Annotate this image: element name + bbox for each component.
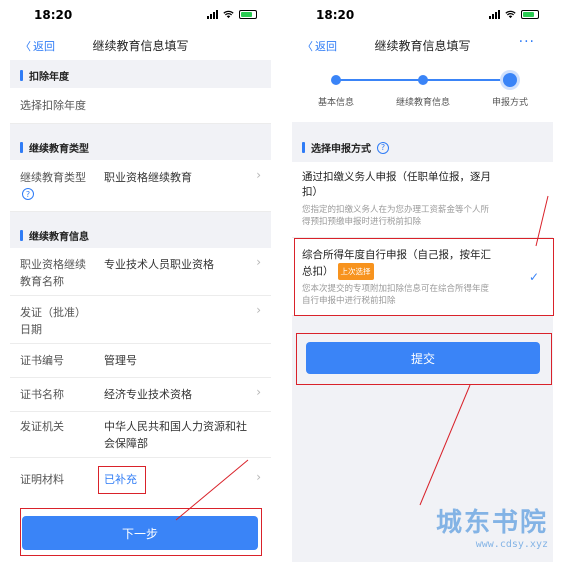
section-title-type: 继续教育类型 <box>20 140 89 155</box>
annotation-box-option <box>294 238 554 316</box>
cert-category-label: 职业资格继续 教育名称 <box>20 258 86 288</box>
year-select-row[interactable]: 选择扣除年度 <box>10 88 271 124</box>
cert-name-category-row[interactable]: 职业资格继续 教育名称 专业技术人员职业资格 › <box>10 248 271 296</box>
type-label: 继续教育类型 <box>20 171 86 184</box>
issue-date-label: 发证（批准） 日期 <box>20 306 86 336</box>
section-title-method: 选择申报方式? <box>302 140 389 155</box>
type-value: 职业资格继续教育 <box>104 171 192 184</box>
signal-icon <box>489 10 500 19</box>
step-dot-education <box>418 75 428 85</box>
question-circle-icon[interactable]: ? <box>377 141 389 154</box>
status-icons <box>207 10 257 19</box>
option-withholding[interactable]: 通过扣缴义务人申报（任职单位报，逐月 扣） 您指定的扣缴义务人在为您办理工资薪金等… <box>292 162 553 238</box>
status-bar: 18:20 <box>10 0 271 30</box>
nav-bar: 〈返回 继续教育信息填写 ··· <box>292 30 553 60</box>
option-withholding-desc: 您指定的扣缴义务人在为您办理工资薪金等个人所 得预扣预缴申报时进行税前扣除 <box>302 205 490 227</box>
cert-title-row[interactable]: 证书名称 经济专业技术资格 › <box>10 378 271 412</box>
progress-steps: 基本信息 继续教育信息 申报方式 <box>292 60 553 122</box>
step-label-education: 继续教育信息 <box>395 98 450 108</box>
chevron-right-icon: › <box>256 470 261 484</box>
page-title: 继续教育信息填写 <box>374 39 471 53</box>
type-row[interactable]: 继续教育类型 ? 职业资格继续教育 › <box>10 160 271 212</box>
option-withholding-title: 通过扣缴义务人申报（任职单位报，逐月 扣） <box>302 171 491 198</box>
step-dot-method <box>503 73 517 87</box>
status-icons <box>489 10 539 19</box>
status-time: 18:20 <box>34 8 73 22</box>
page-title: 继续教育信息填写 <box>92 39 189 53</box>
more-icon[interactable]: ··· <box>519 34 535 50</box>
cert-number-row[interactable]: 证书编号 管理号 <box>10 344 271 378</box>
cert-title-label: 证书名称 <box>20 388 64 401</box>
cert-category-value: 专业技术人员职业资格 <box>104 258 214 271</box>
status-time: 18:20 <box>316 8 355 22</box>
cert-title-value: 经济专业技术资格 <box>104 388 192 401</box>
cert-number-value: 管理号 <box>104 354 137 367</box>
issuer-label: 发证机关 <box>20 420 64 433</box>
wifi-icon <box>505 10 516 19</box>
step-label-basic: 基本信息 <box>317 98 354 108</box>
annotation-box-submit <box>296 333 552 385</box>
watermark-text: 城东书院 <box>435 508 548 538</box>
section-title-info: 继续教育信息 <box>20 228 89 243</box>
question-circle-icon[interactable]: ? <box>22 188 34 200</box>
issuer-row[interactable]: 发证机关 中华人民共和国人力资源和社 会保障部 <box>10 412 271 458</box>
wifi-icon <box>223 10 234 19</box>
annotation-box-proof <box>98 466 146 494</box>
battery-icon <box>239 10 257 19</box>
watermark-url: www.cdsy.xyz <box>475 539 548 550</box>
year-select-label: 选择扣除年度 <box>20 99 86 112</box>
issuer-value: 中华人民共和国人力资源和社 会保障部 <box>104 420 247 450</box>
nav-bar: 〈返回 继续教育信息填写 <box>10 30 271 60</box>
chevron-right-icon: › <box>256 255 261 269</box>
chevron-right-icon: › <box>256 385 261 399</box>
step-label-method: 申报方式 <box>491 98 528 108</box>
section-title-year: 扣除年度 <box>20 68 69 83</box>
chevron-right-icon: › <box>256 303 261 317</box>
step-dot-basic <box>331 75 341 85</box>
cert-number-label: 证书编号 <box>20 354 64 367</box>
battery-icon <box>521 10 539 19</box>
watermark: 城东书院 www.cdsy.xyz <box>436 502 548 550</box>
chevron-right-icon: › <box>256 168 261 182</box>
proof-label: 证明材料 <box>20 473 64 486</box>
status-bar: 18:20 <box>292 0 553 30</box>
annotation-box-next <box>20 508 262 556</box>
signal-icon <box>207 10 218 19</box>
issue-date-row[interactable]: 发证（批准） 日期 › <box>10 296 271 344</box>
